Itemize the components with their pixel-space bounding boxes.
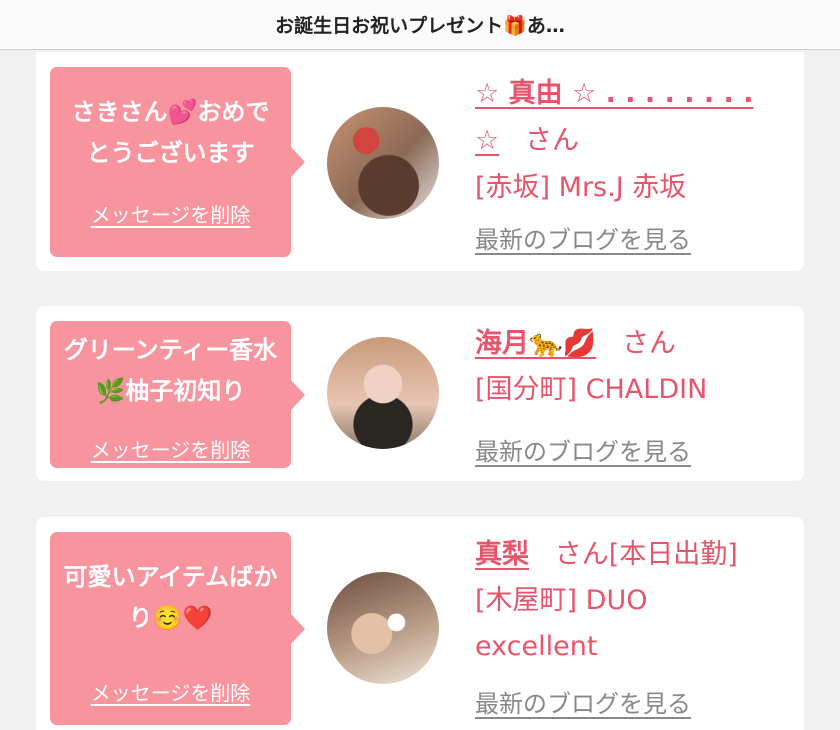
- message-bubble: グリーンティー香水🌿柚子初知り メッセージを削除: [50, 321, 305, 468]
- message-text: 可愛いアイテムばかり☺️❤️: [63, 563, 278, 632]
- message-bubble: さきさん💕おめでとうございます メッセージを削除: [50, 67, 305, 257]
- avatar[interactable]: [327, 107, 439, 219]
- sender-info: 真梨 さん[本日出勤] [木屋町] DUO excellent: [475, 532, 795, 670]
- delete-message-link[interactable]: メッセージを削除: [50, 199, 291, 228]
- avatar[interactable]: [327, 337, 439, 449]
- sender-name-link[interactable]: 海月🐆💋: [475, 328, 596, 359]
- avatar[interactable]: [327, 572, 439, 684]
- shop-name: [木屋町] DUO: [475, 585, 648, 616]
- delete-message-link[interactable]: メッセージを削除: [50, 434, 291, 463]
- shop-name-cont: excellent: [475, 631, 598, 662]
- message-text: グリーンティー香水🌿柚子初知り: [63, 336, 278, 405]
- latest-blog-link[interactable]: 最新のブログを見る: [475, 432, 691, 467]
- gift-message-card: 可愛いアイテムばかり☺️❤️ メッセージを削除 真梨 さん[本日出勤] [木屋町…: [36, 517, 804, 730]
- latest-blog-link[interactable]: 最新のブログを見る: [475, 220, 691, 255]
- page-title: お誕生日お祝いプレゼント🎁あ…: [275, 15, 565, 37]
- shop-name: [国分町] CHALDIN: [475, 374, 708, 405]
- sender-info: 海月🐆💋 さん [国分町] CHALDIN: [475, 321, 795, 413]
- latest-blog-link[interactable]: 最新のブログを見る: [475, 684, 691, 719]
- page-header: お誕生日お祝いプレゼント🎁あ…: [0, 0, 840, 50]
- gift-message-card: さきさん💕おめでとうございます メッセージを削除 ☆ 真由 ☆ . . . . …: [36, 52, 804, 271]
- honorific: さん: [622, 328, 676, 359]
- gift-message-card: グリーンティー香水🌿柚子初知り メッセージを削除 海月🐆💋 さん [国分町] C…: [36, 306, 804, 481]
- delete-message-link[interactable]: メッセージを削除: [50, 677, 291, 706]
- sender-info: ☆ 真由 ☆ . . . . . . . . ☆ さん [赤坂] Mrs.J 赤…: [475, 70, 795, 211]
- honorific: さん: [524, 125, 579, 156]
- sender-name-link[interactable]: ☆ 真由 ☆ . . . . . . . .: [475, 78, 753, 109]
- message-text: さきさん💕おめでとうございます: [71, 98, 270, 167]
- shop-name: [赤坂] Mrs.J 赤坂: [475, 172, 687, 203]
- sender-name-link[interactable]: 真梨: [475, 539, 529, 570]
- honorific-status: さん[本日出勤]: [554, 539, 738, 570]
- sender-name-link-cont[interactable]: ☆: [475, 125, 499, 156]
- message-bubble: 可愛いアイテムばかり☺️❤️ メッセージを削除: [50, 532, 305, 725]
